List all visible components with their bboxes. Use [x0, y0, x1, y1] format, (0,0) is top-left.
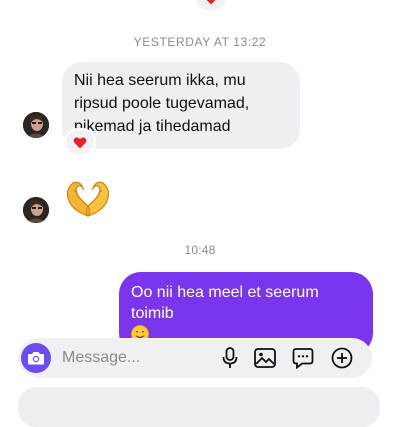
add-button[interactable]	[330, 346, 354, 370]
sticker-icon	[292, 348, 314, 369]
camera-icon	[28, 352, 44, 365]
gallery-button[interactable]	[253, 346, 277, 370]
avatar[interactable]	[23, 197, 49, 223]
image-icon	[254, 348, 276, 368]
microphone-button[interactable]	[218, 346, 242, 370]
timestamp: YESTERDAY AT 13:22	[133, 35, 267, 49]
avatar[interactable]	[23, 112, 49, 138]
message-reaction[interactable]	[66, 130, 94, 154]
heart-icon	[207, 0, 215, 4]
camera-button[interactable]	[21, 343, 51, 373]
heart-hands-emoji[interactable]	[62, 176, 114, 220]
microphone-icon	[222, 347, 238, 368]
outgoing-message-text: Oo nii hea meel et seerum toimib	[131, 284, 319, 322]
message-input[interactable]	[62, 347, 202, 369]
heart-hands-icon	[66, 181, 110, 217]
profile-photo	[23, 197, 49, 223]
previous-message-reaction[interactable]	[196, 0, 226, 10]
profile-photo	[23, 112, 49, 138]
plus-circle-icon	[331, 347, 353, 369]
timestamp: 10:48	[184, 243, 216, 257]
heart-icon	[73, 137, 87, 148]
sticker-button[interactable]	[291, 346, 315, 370]
keyboard-suggestion-bar	[18, 387, 380, 427]
incoming-message-bubble[interactable]: Nii hea seerum ikka, mu ripsud poole tug…	[62, 62, 300, 149]
